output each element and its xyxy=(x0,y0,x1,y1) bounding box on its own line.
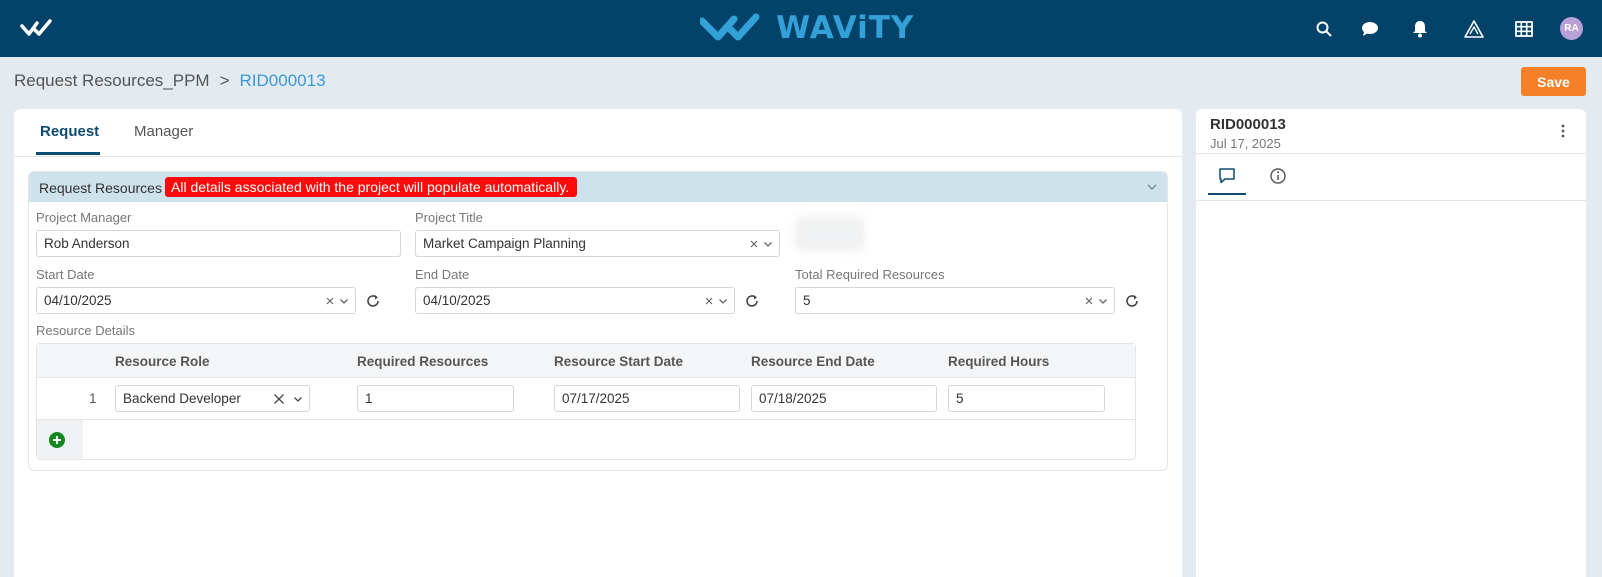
info-icon[interactable] xyxy=(1269,167,1287,185)
brand-check-icon xyxy=(700,13,760,41)
chevron-down-icon[interactable] xyxy=(763,239,773,249)
start-date-field[interactable]: 04/10/2025 xyxy=(36,287,356,314)
project-title-select[interactable]: Market Campaign Planning xyxy=(415,230,780,257)
divider xyxy=(1196,200,1586,201)
column-header-resource-role: Resource Role xyxy=(115,354,210,369)
section-header[interactable]: Request Resources All details associated… xyxy=(29,172,1167,202)
clear-icon[interactable] xyxy=(1084,296,1094,306)
auto-populate-note: All details associated with the project … xyxy=(165,177,578,197)
resource-role-value: Backend Developer xyxy=(123,391,241,406)
end-date-value: 04/10/2025 xyxy=(423,293,491,308)
column-header-required-resources: Required Resources xyxy=(357,354,489,369)
start-date-value: 04/10/2025 xyxy=(44,293,112,308)
resource-role-select[interactable]: Backend Developer xyxy=(115,385,310,412)
clear-icon[interactable] xyxy=(325,296,335,306)
record-date: Jul 17, 2025 xyxy=(1210,136,1281,151)
avatar[interactable]: RA xyxy=(1560,17,1583,40)
breadcrumb-current: RID000013 xyxy=(239,71,326,90)
bell-icon[interactable] xyxy=(1409,18,1431,40)
divider xyxy=(1196,153,1586,154)
active-tab-indicator xyxy=(36,152,100,155)
plus-icon xyxy=(53,436,61,444)
menu-logo-icon[interactable] xyxy=(20,18,60,38)
grid-icon[interactable] xyxy=(1513,18,1535,40)
more-options-icon[interactable] xyxy=(1560,123,1566,139)
chevron-down-icon[interactable] xyxy=(339,296,349,306)
column-header-resource-start-date: Resource Start Date xyxy=(554,354,684,369)
brand-name: WAViTY xyxy=(776,10,915,46)
refresh-icon[interactable] xyxy=(1124,293,1140,309)
top-bar: WAViTY RA xyxy=(0,0,1602,57)
warning-triangle-icon[interactable] xyxy=(1463,18,1485,40)
breadcrumb-parent[interactable]: Request Resources_PPM xyxy=(14,71,210,91)
end-date-label: End Date xyxy=(415,267,470,282)
request-form-card: Request Manager Request Resources All de… xyxy=(14,109,1182,577)
record-id: RID000013 xyxy=(1210,116,1286,133)
required-hours-value: 5 xyxy=(956,391,964,406)
column-header-resource-end-date: Resource End Date xyxy=(751,354,875,369)
required-hours-input[interactable]: 5 xyxy=(948,385,1105,412)
search-icon[interactable] xyxy=(1313,18,1335,40)
clear-icon[interactable] xyxy=(749,239,759,249)
active-tab-indicator xyxy=(1208,193,1246,195)
tab-bar: Request Manager xyxy=(14,109,1182,157)
total-required-resources-field[interactable]: 5 xyxy=(795,287,1115,314)
resource-details-label: Resource Details xyxy=(36,323,135,338)
grid-footer xyxy=(37,420,1135,459)
resource-end-date-input[interactable]: 07/18/2025 xyxy=(751,385,937,412)
project-title-label: Project Title xyxy=(415,210,483,225)
breadcrumb: Request Resources_PPM > RID000013 xyxy=(14,71,326,91)
clear-icon[interactable] xyxy=(704,296,714,306)
chevron-down-icon[interactable] xyxy=(718,296,728,306)
resource-start-date-value: 07/17/2025 xyxy=(562,391,630,406)
chat-icon[interactable] xyxy=(1359,18,1381,40)
breadcrumb-separator: > xyxy=(219,71,230,90)
request-resources-section: Request Resources All details associated… xyxy=(28,171,1168,471)
project-title-value: Market Campaign Planning xyxy=(423,236,586,251)
grid-header: Resource Role Required Resources Resourc… xyxy=(37,344,1135,378)
table-row: 1 Backend Developer 1 07/17/2025 07/18/2… xyxy=(37,378,1135,420)
project-manager-value: Rob Anderson xyxy=(44,236,130,251)
required-resources-value: 1 xyxy=(365,391,373,406)
tab-request[interactable]: Request xyxy=(40,123,99,140)
chevron-down-icon[interactable] xyxy=(293,394,303,404)
resource-details-grid: Resource Role Required Resources Resourc… xyxy=(36,343,1136,460)
row-number: 1 xyxy=(89,391,97,406)
resource-start-date-input[interactable]: 07/17/2025 xyxy=(554,385,740,412)
clear-icon[interactable] xyxy=(273,393,285,405)
chevron-down-icon[interactable] xyxy=(1145,180,1159,194)
section-title: Request Resources xyxy=(39,180,162,196)
save-button[interactable]: Save xyxy=(1521,67,1586,96)
project-manager-field[interactable]: Rob Anderson xyxy=(36,230,401,257)
resource-end-date-value: 07/18/2025 xyxy=(759,391,827,406)
refresh-icon[interactable] xyxy=(365,293,381,309)
comment-icon[interactable] xyxy=(1218,167,1236,185)
refresh-icon[interactable] xyxy=(744,293,760,309)
add-row-button[interactable] xyxy=(49,432,65,448)
start-date-label: Start Date xyxy=(36,267,95,282)
add-row-cell xyxy=(37,420,83,459)
details-side-panel: RID000013 Jul 17, 2025 xyxy=(1196,109,1586,577)
column-header-required-hours: Required Hours xyxy=(948,354,1050,369)
end-date-field[interactable]: 04/10/2025 xyxy=(415,287,735,314)
required-resources-input[interactable]: 1 xyxy=(357,385,514,412)
total-required-resources-value: 5 xyxy=(803,293,811,308)
brand-logo: WAViTY xyxy=(700,10,914,46)
project-manager-label: Project Manager xyxy=(36,210,132,225)
total-required-resources-label: Total Required Resources xyxy=(795,267,945,282)
blurred-element xyxy=(795,216,865,252)
chevron-down-icon[interactable] xyxy=(1098,296,1108,306)
tab-manager[interactable]: Manager xyxy=(134,123,193,140)
